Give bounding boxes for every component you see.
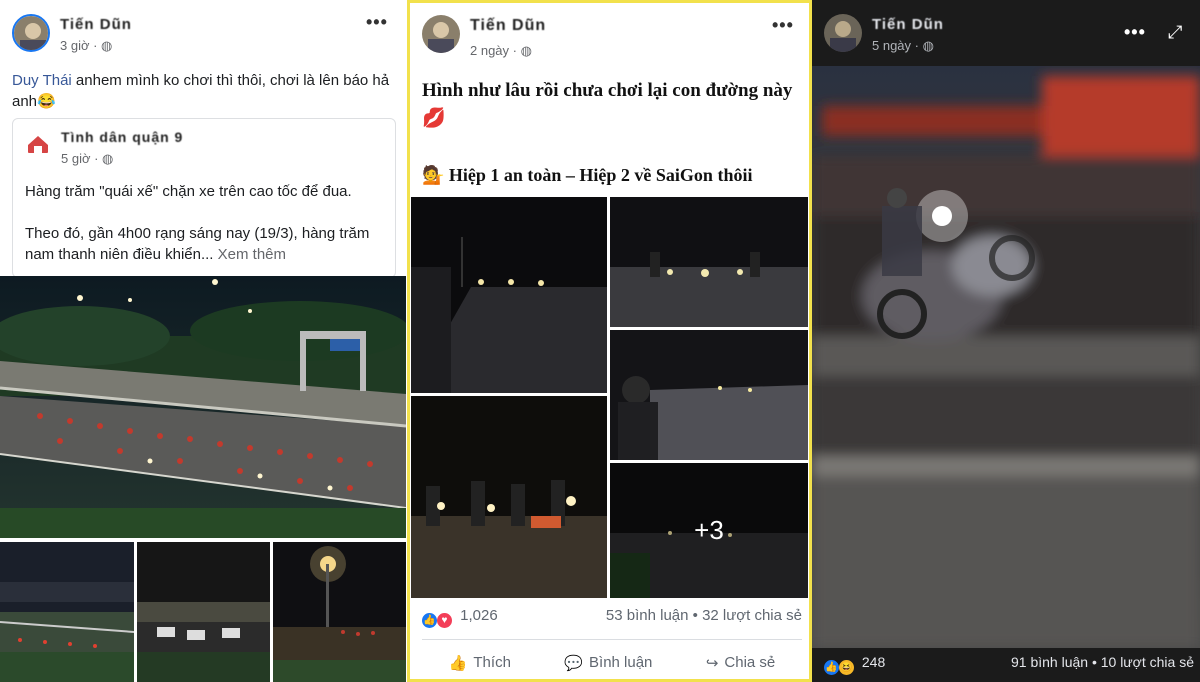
- globe-icon: ◍: [102, 151, 114, 166]
- avatar[interactable]: [824, 14, 862, 52]
- author-name[interactable]: Tiến Dũn: [60, 16, 132, 33]
- like-reaction-icon[interactable]: 👍: [422, 613, 437, 628]
- shared-headline: Hàng trăm "quái xế" chặn xe trên cao tốc…: [25, 183, 352, 200]
- shared-time[interactable]: 5 giờ · ◍: [61, 151, 113, 167]
- page-logo-icon: [25, 131, 51, 157]
- globe-icon: ◍: [922, 38, 934, 53]
- author-name[interactable]: Tiến Dũn: [470, 17, 546, 35]
- post-panel-1: Tiến Dũn 3 giờ · ◍ ••• Duy Thái anhem mì…: [0, 0, 406, 682]
- post-caption-line-1: Hình như lâu rồi chưa chơi lại con đường…: [422, 80, 793, 129]
- post-caption-line-2: 💁 Hiệp 1 an toàn – Hiệp 2 về SaiGon thôi…: [422, 165, 753, 185]
- post-text: Duy Thái anhem mình ko chơi thì thôi, ch…: [12, 72, 390, 110]
- like-reaction-icon[interactable]: 👍: [824, 660, 839, 675]
- mention-link[interactable]: Duy Thái: [12, 72, 72, 89]
- comments-shares[interactable]: 53 bình luận • 32 lượt chia sẻ: [606, 607, 802, 624]
- comment-icon: 💬: [564, 654, 584, 672]
- post-time[interactable]: 3 giờ · ◍: [60, 38, 112, 54]
- more-options-icon[interactable]: •••: [1124, 22, 1146, 43]
- comment-button[interactable]: 💬 Bình luận: [564, 654, 652, 672]
- more-photos-count[interactable]: +3: [610, 515, 808, 546]
- post-photo-main[interactable]: [0, 276, 406, 538]
- post-photo-thumb[interactable]: [0, 542, 134, 682]
- shared-author[interactable]: Tình dân quận 9: [61, 129, 183, 145]
- action-bar: 👍 Thích 💬 Bình luận ↪ Chia sẻ: [422, 639, 802, 679]
- post-time[interactable]: 5 ngày · ◍: [872, 38, 934, 54]
- reaction-count[interactable]: 248: [862, 654, 885, 670]
- author-name[interactable]: Tiến Dũn: [872, 16, 944, 33]
- post-photo[interactable]: [411, 396, 607, 598]
- comments-shares[interactable]: 91 bình luận • 10 lượt chia sẻ: [1011, 654, 1194, 670]
- shared-post[interactable]: Tình dân quận 9 5 giờ · ◍ Hàng trăm "quá…: [12, 118, 396, 278]
- more-options-icon[interactable]: •••: [772, 15, 794, 36]
- post-photo[interactable]: [610, 330, 808, 460]
- reaction-count[interactable]: 1,026: [460, 607, 498, 624]
- post-panel-2: Tiến Dũn 2 ngày · ◍ ••• Hình như lâu rồi…: [407, 0, 812, 682]
- share-button[interactable]: ↪ Chia sẻ: [706, 654, 775, 672]
- post-photo[interactable]: [610, 197, 808, 327]
- shared-body: Theo đó, gần 4h00 rạng sáng nay (19/3), …: [25, 225, 370, 263]
- haha-reaction-icon[interactable]: 😆: [839, 660, 854, 675]
- reaction-bar: 👍 ♥ 1,026 53 bình luận • 32 lượt chia sẻ: [422, 607, 802, 628]
- globe-icon: ◍: [101, 38, 113, 53]
- thumbs-up-icon: 👍: [448, 654, 468, 672]
- post-time[interactable]: 2 ngày · ◍: [470, 43, 532, 59]
- post-photo[interactable]: [411, 197, 607, 393]
- reaction-bar: 👍 😆 248 91 bình luận • 10 lượt chia sẻ: [824, 654, 1194, 675]
- post-panel-3: Tiến Dũn 5 ngày · ◍ ••• ⤢ 👍 😆 248 91 bìn…: [812, 0, 1200, 682]
- like-button[interactable]: 👍 Thích: [449, 654, 511, 672]
- more-options-icon[interactable]: •••: [366, 12, 388, 33]
- post-video[interactable]: [812, 66, 1200, 648]
- globe-icon: ◍: [520, 43, 532, 58]
- see-more-link[interactable]: Xem thêm: [218, 246, 286, 263]
- share-icon: ↪: [705, 654, 719, 672]
- post-photo-more[interactable]: +3: [610, 463, 808, 598]
- avatar[interactable]: [12, 14, 50, 52]
- expand-icon[interactable]: ⤢: [1168, 22, 1182, 43]
- love-reaction-icon[interactable]: ♥: [437, 613, 452, 628]
- post-photo-thumb[interactable]: [273, 542, 406, 682]
- avatar[interactable]: [422, 15, 460, 53]
- post-photo-thumb[interactable]: [137, 542, 270, 682]
